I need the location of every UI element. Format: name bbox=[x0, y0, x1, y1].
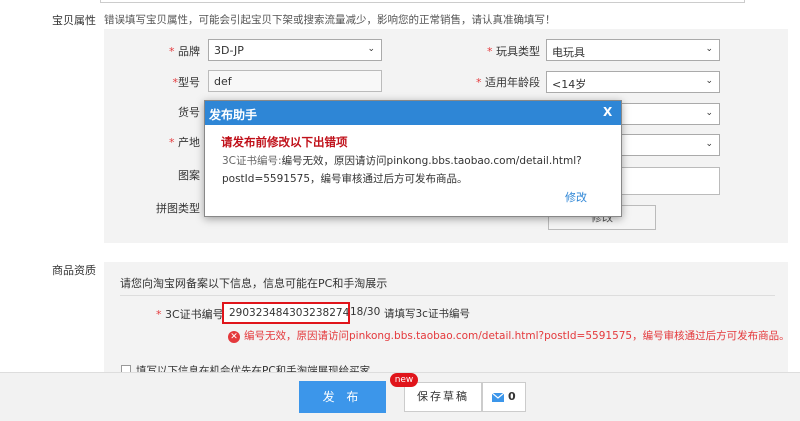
save-draft-button[interactable]: 保存草稿 bbox=[404, 382, 482, 412]
model-label: *型号 bbox=[172, 76, 201, 89]
dialog-edit-link[interactable]: 修改 bbox=[565, 189, 587, 205]
message-count: 0 bbox=[508, 390, 516, 403]
cert-hint: 请填写3c证书编号 bbox=[384, 308, 470, 320]
chevron-down-icon: ⌄ bbox=[705, 139, 713, 149]
dialog-error-item: 3C证书编号:编号无效，原因请访问pinkong.bbs.taobao.com/… bbox=[222, 155, 582, 185]
cert-label: * 3C证书编号 bbox=[156, 308, 224, 321]
checkbox-label: 填写以下信息在机会优先在PC和手淘端展现给买家 bbox=[136, 365, 371, 372]
new-badge: new bbox=[390, 373, 418, 387]
toy-type-select[interactable]: 电玩具 ⌄ bbox=[546, 39, 720, 61]
chevron-down-icon: ⌄ bbox=[705, 76, 713, 86]
mail-icon bbox=[492, 393, 504, 402]
cert-error-message: ✕ 编号无效，原因请访问pinkong.bbs.taobao.com/detail… bbox=[228, 328, 790, 343]
divider bbox=[120, 295, 775, 296]
close-icon[interactable]: X bbox=[603, 105, 612, 119]
qualification-section-label: 商品资质 bbox=[52, 264, 96, 277]
brand-select[interactable]: 3D-JP ⌄ bbox=[208, 39, 382, 61]
attributes-section-label: 宝贝属性 bbox=[52, 14, 96, 27]
brand-label: * 品牌 bbox=[169, 45, 200, 58]
message-button[interactable]: 0 bbox=[482, 382, 526, 412]
dialog-title: 发布助手 bbox=[209, 108, 258, 122]
pattern-label: 图案 bbox=[178, 169, 200, 182]
top-input-edge bbox=[100, 0, 745, 3]
cert-counter: 18/30 bbox=[350, 306, 381, 318]
publish-button[interactable]: 发 布 bbox=[299, 381, 386, 413]
cert-number-input[interactable]: 290323484303238274 bbox=[222, 302, 350, 324]
qualification-info: 请您向淘宝网备案以下信息，信息可能在PC和手淘展示 bbox=[120, 277, 388, 290]
origin-label: * 产地 bbox=[169, 136, 200, 149]
chevron-down-icon: ⌄ bbox=[705, 108, 713, 118]
dialog-header: 发布助手 bbox=[205, 101, 621, 125]
dialog-heading: 请发布前修改以下出错项 bbox=[221, 135, 348, 149]
publish-assistant-dialog: 发布助手 X 请发布前修改以下出错项 3C证书编号:编号无效，原因请访问pink… bbox=[204, 100, 622, 217]
puzzle-type-label: 拼图类型 bbox=[156, 202, 200, 215]
chevron-down-icon: ⌄ bbox=[367, 44, 375, 54]
age-range-select[interactable]: <14岁 ⌄ bbox=[546, 71, 720, 93]
chevron-down-icon: ⌄ bbox=[705, 44, 713, 54]
toy-type-label: * 玩具类型 bbox=[487, 45, 540, 58]
item-no-label: 货号 bbox=[178, 106, 200, 119]
model-input[interactable]: def bbox=[208, 70, 382, 92]
age-range-label: * 适用年龄段 bbox=[476, 76, 540, 89]
error-icon: ✕ bbox=[228, 331, 240, 343]
attributes-warning-text: 错误填写宝贝属性，可能会引起宝贝下架或搜索流量减少，影响您的正常销售，请认真准确… bbox=[104, 14, 556, 26]
